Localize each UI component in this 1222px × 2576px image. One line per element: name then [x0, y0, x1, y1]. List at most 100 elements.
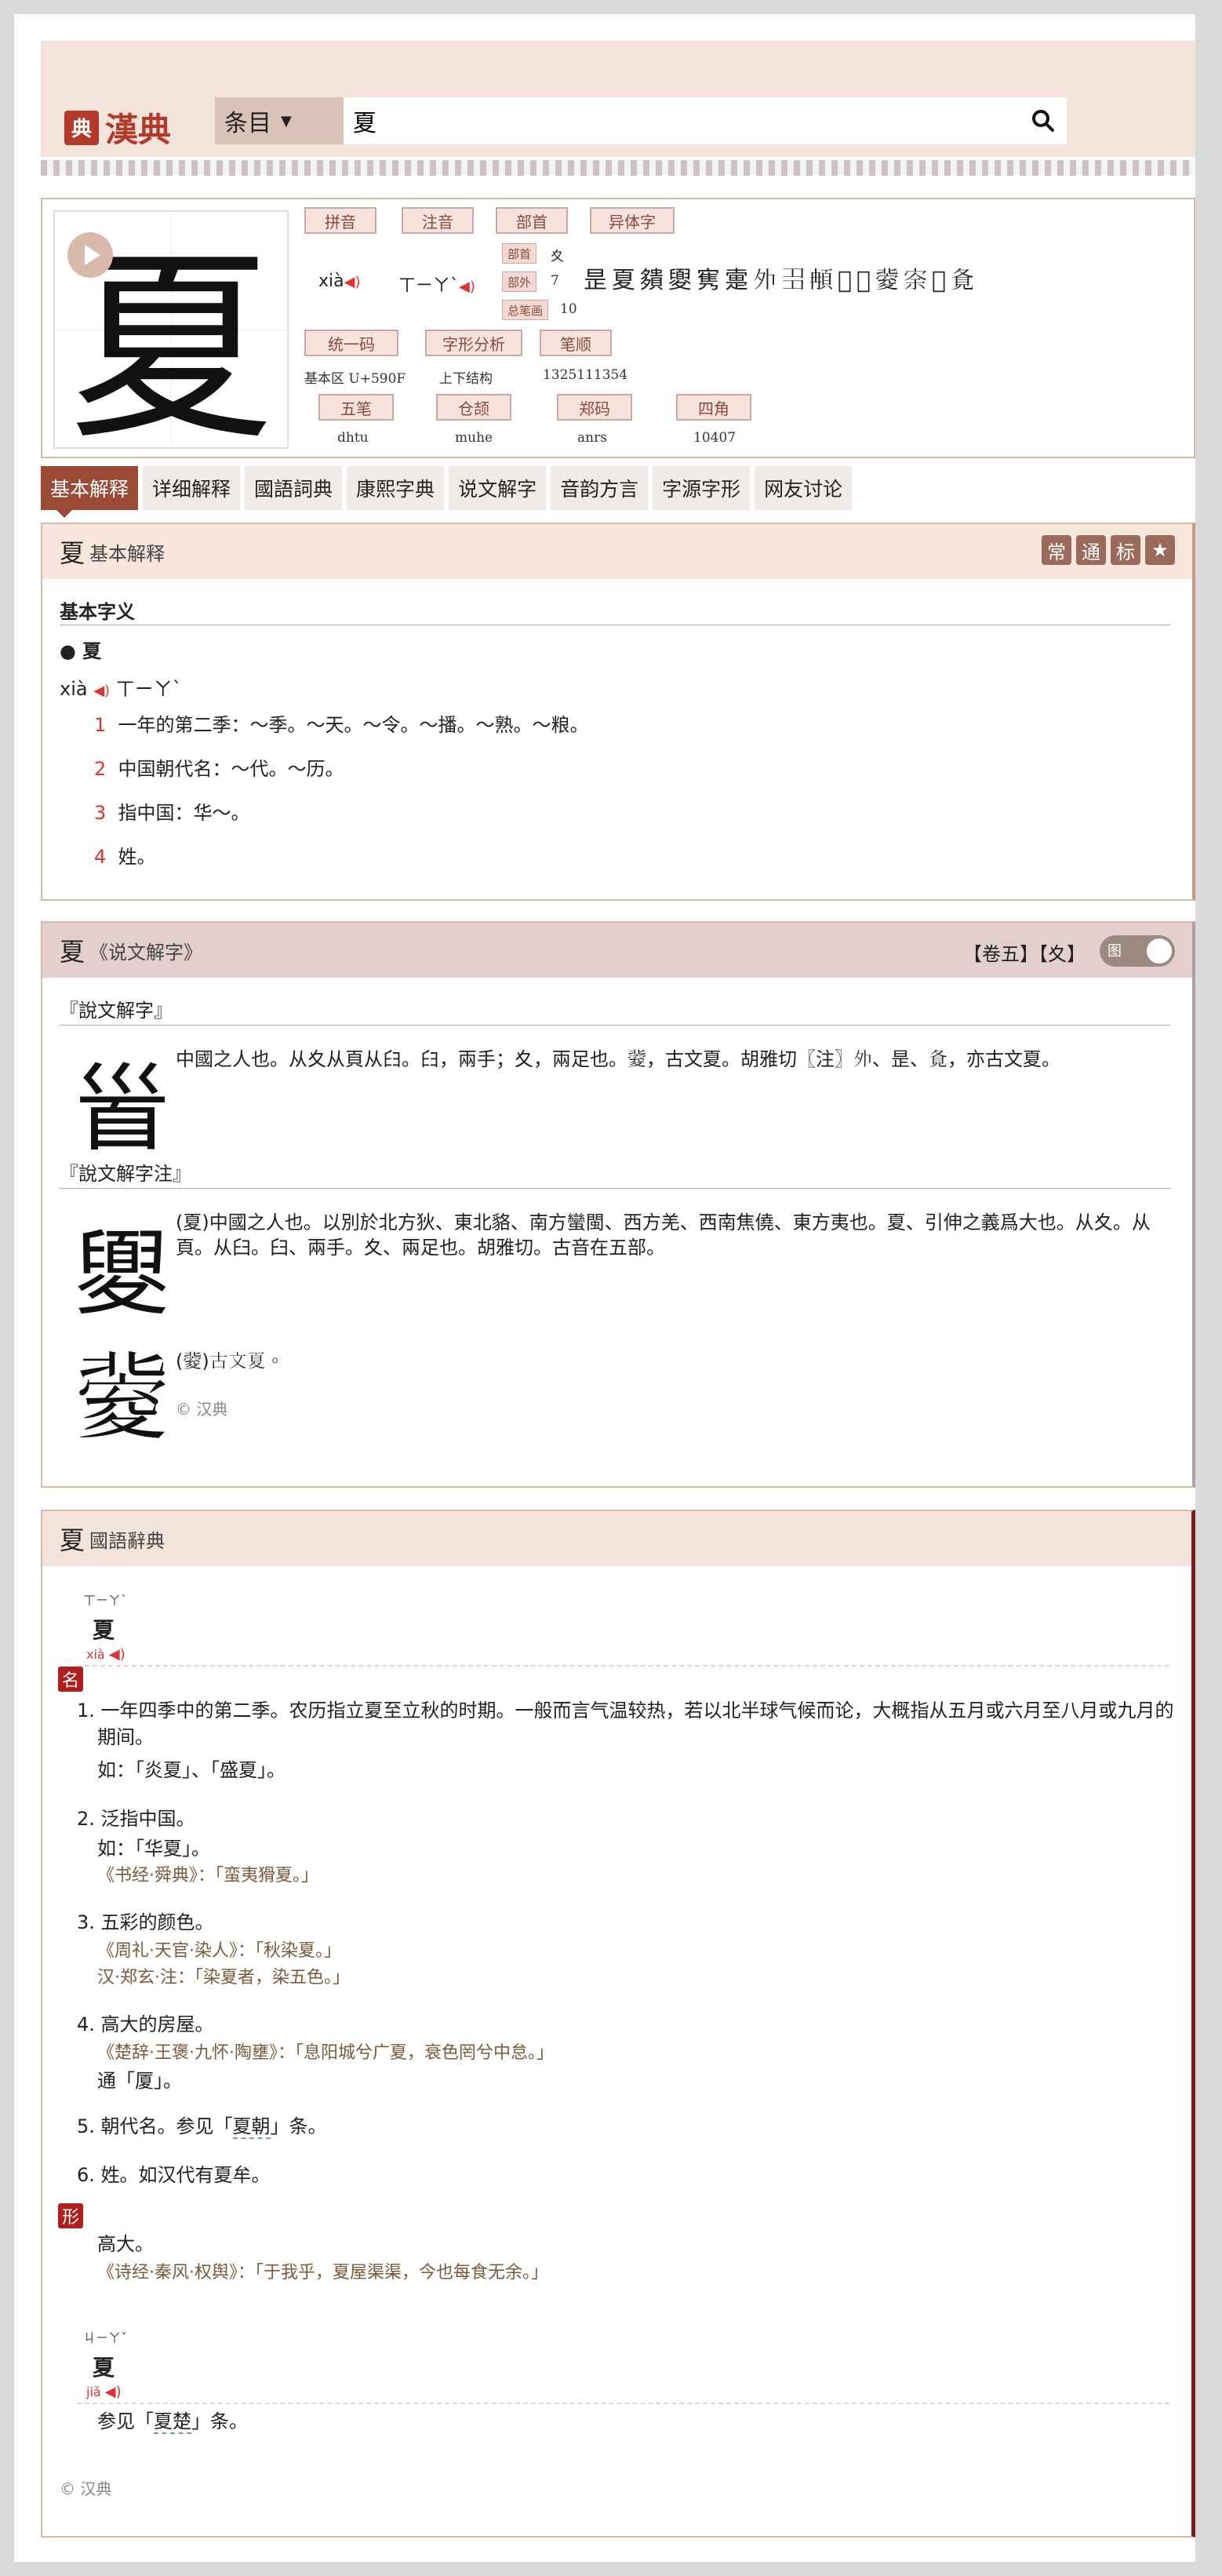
general-badge[interactable]: 通: [1076, 535, 1106, 565]
shuowen-zhu-text: (夏)中國之人也。以別於北方狄、東北貉、南方蠻閩、西方羌、西南焦僥、東方夷也。夏…: [176, 1211, 1151, 1233]
citation: 《周礼·天官·染人》：「秋染夏。」: [97, 1941, 341, 1961]
section-header: 夏 《说文解字》 【卷五】【夊】 图: [42, 923, 1192, 978]
seal-script-image: 夓: [75, 1220, 169, 1329]
zhuyin-value[interactable]: ㄒㄧㄚˋ◀): [398, 271, 475, 297]
entry-character: 夏: [93, 1617, 115, 1643]
bishun-value: 1325111354: [543, 367, 628, 383]
cangjie-tag: 仓颉: [436, 394, 511, 421]
definition-item: 6. 姓。如汉代有夏牟。: [77, 2164, 271, 2186]
definition-item: 2 中国朝代名：～代。～历。: [94, 758, 344, 780]
zixing-value: 上下结构: [439, 371, 493, 387]
shuowen-zhu-label: 『說文解字注』: [60, 1163, 191, 1185]
guoyu-dictionary-section: 夏 國語辭典 ㄒㄧㄚˋ 夏 xià ◀) 名 1. 一年四季中的第二季。农历指立…: [41, 1510, 1195, 2538]
logo-badge: 典: [64, 110, 99, 145]
search-icon: [1032, 110, 1054, 132]
shuowen-section: 夏 《说文解字》 【卷五】【夊】 图 『說文解字』 𩠐 中國之人也。从夊从頁从𦥑…: [41, 921, 1195, 1488]
unicode-value: 基本区 U+590F: [304, 371, 406, 387]
standard-badge[interactable]: 标: [1111, 535, 1140, 565]
section-header: 夏 基本解释 常 通 标 ★: [42, 524, 1192, 579]
decorative-border: [41, 160, 1195, 176]
play-stroke-animation-button[interactable]: [67, 232, 113, 278]
definition-item: 2. 泛指中国。: [77, 1808, 195, 1830]
shuowen-text: 中國之人也。从夊从頁从𦥑。𦥑，兩手；夊，兩足也。𡕶，古文夏。胡雅切〖注〗𡖄、昰、…: [176, 1048, 1060, 1070]
sound-icon[interactable]: ◀): [459, 279, 475, 295]
favorite-star-icon[interactable]: ★: [1145, 535, 1175, 565]
zixing-tag: 字形分析: [425, 330, 522, 356]
section-title: 國語辭典: [89, 1529, 165, 1552]
badge-group: 常 通 标 ★: [1042, 535, 1175, 565]
sijiao-value: 10407: [693, 430, 736, 446]
definition-item: 参见「夏楚」条。: [97, 2410, 248, 2434]
tab-discussion[interactable]: 网友讨论: [755, 466, 853, 510]
common-badge[interactable]: 常: [1042, 535, 1071, 565]
dashed-divider: [77, 1665, 1169, 1667]
caret-down-icon: ▼: [281, 112, 292, 129]
definition-item: 3. 五彩的颜色。: [77, 1911, 214, 1933]
pinyin-value[interactable]: xià◀): [318, 271, 361, 291]
search-type-label: 条目: [224, 110, 271, 137]
divider: [60, 1025, 1170, 1026]
seal-script-image: 𡕶: [75, 1345, 169, 1454]
tab-kangxi[interactable]: 康熙字典: [347, 466, 445, 510]
citation: 《诗经·秦风·权舆》：「于我乎，夏屋渠渠，今也每食无余。」: [97, 2263, 548, 2283]
entry-pinyin[interactable]: jiǎ ◀): [86, 2384, 122, 2400]
section-char: 夏: [60, 1525, 85, 1555]
tab-shuowen[interactable]: 说文解字: [449, 466, 547, 510]
sijiao-tag: 四角: [676, 394, 751, 421]
search-input[interactable]: [344, 97, 1020, 145]
pronunciation[interactable]: xià ◀) ㄒㄧㄚˋ: [60, 673, 182, 701]
volume-tags[interactable]: 【卷五】【夊】: [963, 938, 1086, 966]
tab-dialect[interactable]: 音韵方言: [551, 466, 649, 510]
citation: 《楚辞·王褒·九怀·陶壅》：「息阳城兮广夏，衰色罔兮中怠。」: [97, 2043, 554, 2063]
zhuyin-tag: 注音: [402, 207, 474, 234]
site-logo[interactable]: 典 漢典: [64, 104, 171, 151]
example: 如：「华夏」。: [97, 1838, 210, 1860]
tab-glyph-origin[interactable]: 字源字形: [653, 466, 751, 510]
sound-icon[interactable]: ◀): [93, 683, 110, 699]
section-title: 基本解释: [89, 542, 165, 565]
definition-item: 4. 高大的房屋。: [77, 2013, 214, 2035]
head-character: ● 夏: [60, 640, 102, 662]
definition-item: 4 姓。: [94, 846, 156, 868]
part-of-speech-noun: 名: [58, 1667, 83, 1692]
example: 通「厦」。: [97, 2070, 182, 2092]
section-title: 《说文解字》: [89, 941, 203, 964]
copyright: © 汉典: [60, 2479, 112, 2498]
bushou-small-tag: 部首: [502, 243, 537, 264]
entry-pinyin[interactable]: xià ◀): [86, 1646, 125, 1663]
citation: 《书经·舜典》：「蛮夷猾夏。」: [97, 1866, 318, 1886]
search-button[interactable]: [1020, 97, 1067, 144]
image-toggle[interactable]: 图: [1100, 935, 1175, 967]
definition-item: 3 指中国：华～。: [94, 802, 250, 824]
section-char: 夏: [60, 538, 85, 568]
example: 如：「炎夏」、「盛夏」。: [97, 1759, 285, 1781]
search-type-select[interactable]: 条目 ▼: [215, 97, 344, 144]
link-xia-chu[interactable]: 夏楚: [154, 2410, 191, 2434]
link-xia-chao[interactable]: 夏朝: [232, 2115, 271, 2139]
pinyin-tag: 拼音: [304, 207, 376, 234]
zongbihua-small-tag: 总笔画: [502, 300, 549, 320]
glyph-box: 夏: [53, 210, 289, 468]
definition-item: 5. 朝代名。参见「夏朝」条。: [77, 2115, 327, 2139]
zhengma-tag: 郑码: [557, 394, 632, 421]
sound-icon[interactable]: ◀): [344, 274, 361, 290]
cangjie-value: muhe: [455, 430, 493, 446]
search-bar: 条目 ▼: [215, 97, 1067, 145]
sound-icon[interactable]: ◀): [109, 1646, 125, 1663]
variant-characters[interactable]: 昰夏㚍夓㝦疐𡖄𡖈𩑺𡓆𡚀𡕶𡨀𥂚𡕚: [584, 261, 979, 295]
basic-explanation-section: 夏 基本解释 常 通 标 ★ 基本字义 ● 夏 xià ◀) ㄒㄧㄚˋ 1 一年…: [41, 523, 1195, 901]
sound-icon[interactable]: ◀): [105, 2384, 122, 2400]
seal-script-image: 𩠐: [75, 1055, 169, 1164]
wubi-value: dhtu: [337, 430, 369, 446]
entry-zhuyin: ㄒㄧㄚˋ: [83, 1593, 128, 1608]
buwai-small-tag: 部外: [502, 271, 537, 292]
bishun-tag: 笔顺: [540, 330, 612, 356]
wubi-tag: 五笔: [318, 394, 394, 421]
dashed-divider: [77, 2403, 1169, 2404]
part-of-speech-adjective: 形: [58, 2203, 83, 2228]
definition-item: 1. 一年四季中的第二季。农历指立夏至立秋的时期。一般而言气温较热，若以北半球气…: [77, 1700, 1174, 1722]
definition-item: 期间。: [97, 1726, 154, 1748]
section-header: 夏 國語辭典: [42, 1511, 1191, 1566]
entry-character: 夏: [93, 2355, 115, 2381]
zhengma-value: anrs: [577, 430, 607, 446]
